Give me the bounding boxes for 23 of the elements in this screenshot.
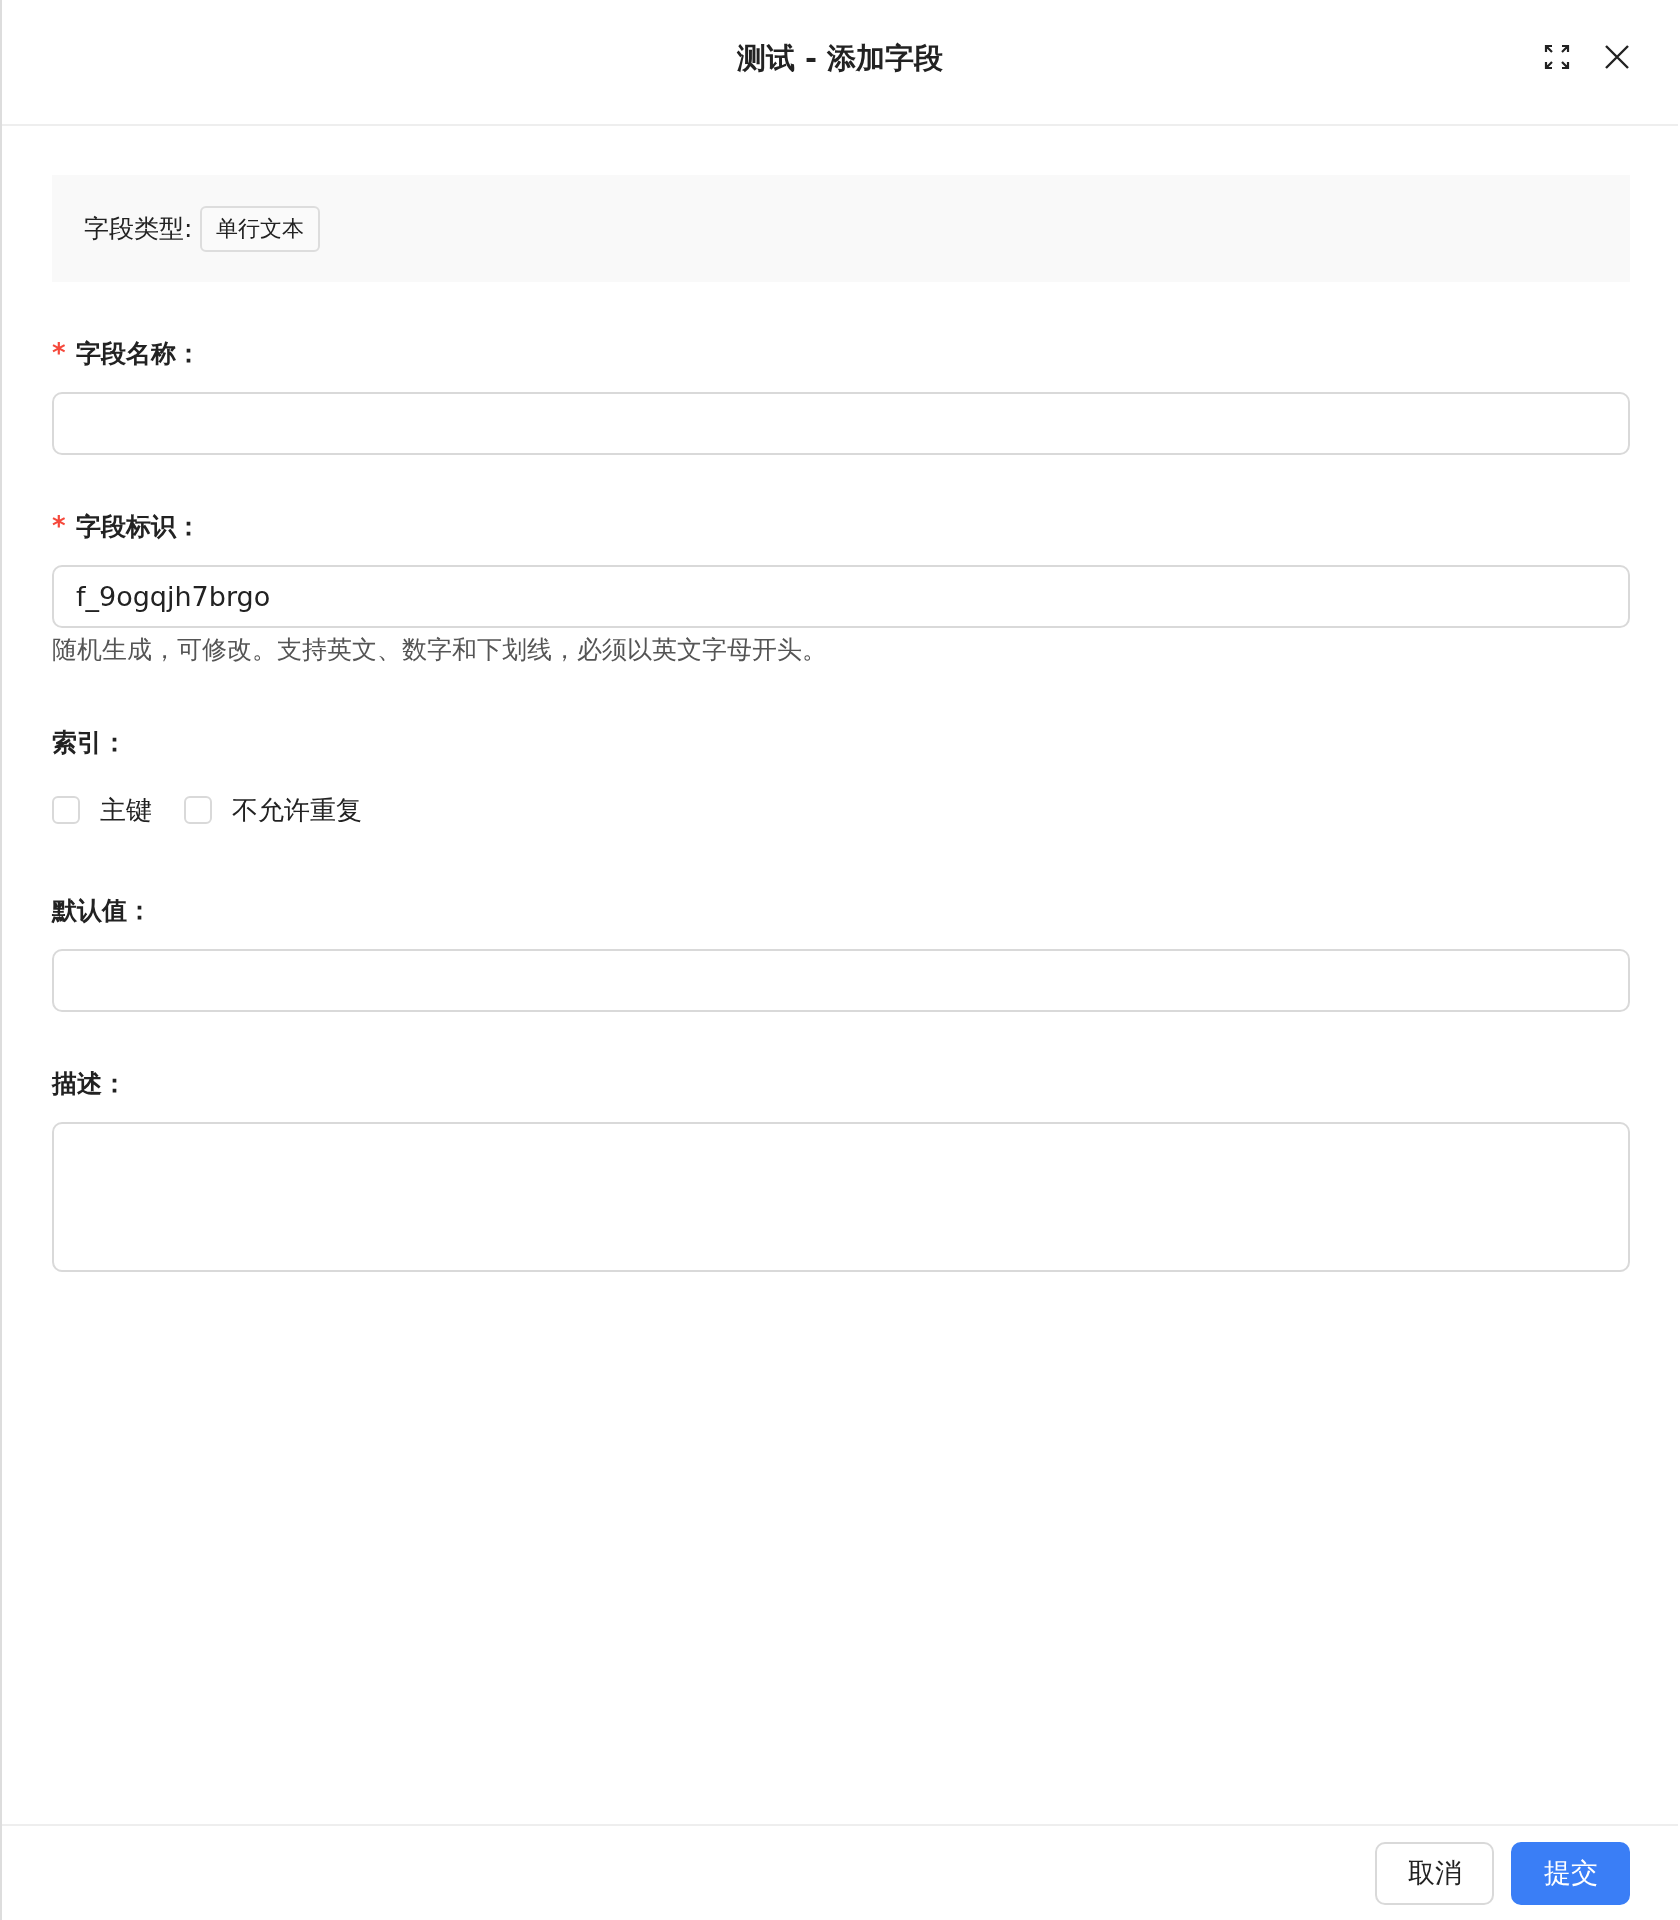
checkbox-label[interactable]: 主键: [100, 792, 152, 828]
input-field[interactable]: [52, 949, 1630, 1012]
close-icon[interactable]: [1604, 44, 1630, 70]
field-type-label: 字段类型:: [84, 213, 193, 245]
dialog-title: 测试 - 添加字段: [736, 40, 944, 77]
field-label: 描述：: [52, 1067, 127, 1100]
help-text: 随机生成，可修改。支持英文、数字和下划线，必须以英文字母开头。: [52, 634, 828, 666]
textarea-field[interactable]: [52, 1122, 1630, 1272]
required-mark: *: [52, 511, 66, 541]
field-label: 索引：: [52, 726, 127, 759]
cancel-button[interactable]: 取消: [1375, 1841, 1494, 1905]
field-type-tag: 单行文本: [200, 205, 321, 252]
input-field[interactable]: f_9ogqjh7brgo: [52, 565, 1630, 628]
checkbox[interactable]: [184, 796, 212, 824]
input-field[interactable]: [52, 392, 1630, 455]
submit-button[interactable]: 提交: [1511, 1841, 1630, 1905]
required-mark: *: [52, 338, 66, 368]
field-label: 字段名称：: [75, 337, 201, 370]
fullscreen-icon[interactable]: [1544, 44, 1570, 70]
checkbox[interactable]: [52, 796, 80, 824]
checkbox-label[interactable]: 不允许重复: [232, 792, 362, 828]
field-label: 字段标识：: [75, 510, 201, 543]
field-label: 默认值：: [52, 894, 152, 927]
